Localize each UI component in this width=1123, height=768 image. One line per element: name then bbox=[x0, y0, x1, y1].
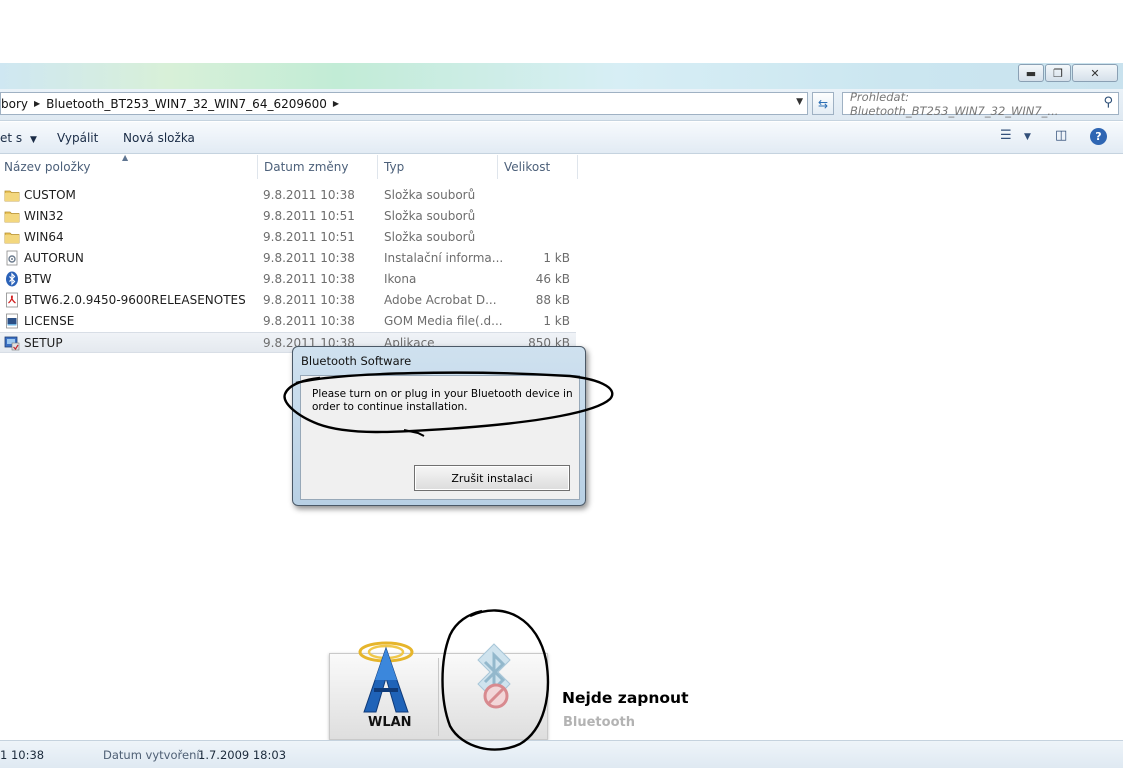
status-created-label: Datum vytvoření: bbox=[103, 748, 204, 762]
breadcrumb[interactable]: bory ▶ Bluetooth_BT253_WIN7_32_WIN7_64_6… bbox=[0, 92, 808, 115]
setup-info-icon bbox=[6, 250, 18, 266]
file-row-btw[interactable]: BTW 9.8.2011 10:38 Ikona 46 kB bbox=[0, 269, 576, 290]
column-header-type[interactable]: Typ bbox=[384, 160, 404, 174]
window-title-bar: ▬ ❐ ✕ bbox=[0, 63, 1123, 89]
status-modified-date: 1 10:38 bbox=[0, 748, 45, 762]
cancel-installation-button[interactable]: Zrušit instalaci bbox=[414, 465, 570, 491]
search-input[interactable]: Prohledat: Bluetooth_BT253_WIN7_32_WIN7_… bbox=[842, 89, 1119, 118]
pdf-icon bbox=[6, 292, 18, 308]
dialog-message: Please turn on or plug in your Bluetooth… bbox=[312, 388, 573, 413]
column-divider[interactable] bbox=[377, 155, 378, 179]
minimize-icon: ▬ bbox=[1025, 66, 1037, 80]
file-row-custom[interactable]: CUSTOM 9.8.2011 10:38 Složka souborů bbox=[0, 185, 576, 206]
file-row-license[interactable]: LICENSE 9.8.2011 10:38 GOM Media file(.d… bbox=[0, 311, 576, 332]
column-header-date[interactable]: Datum změny bbox=[264, 160, 349, 174]
media-file-icon bbox=[6, 313, 18, 329]
bluetooth-toggle[interactable]: Bluetooth bbox=[439, 643, 635, 741]
preview-pane-icon[interactable]: ◫ bbox=[1055, 128, 1067, 143]
chevron-down-icon[interactable]: ▼ bbox=[1024, 132, 1031, 142]
wlan-label: WLAN bbox=[368, 715, 412, 730]
bluetooth-icon bbox=[6, 271, 18, 287]
help-icon[interactable]: ? bbox=[1090, 128, 1107, 145]
restore-icon: ❐ bbox=[1053, 66, 1063, 80]
minimize-button[interactable]: ▬ bbox=[1018, 64, 1044, 82]
close-button[interactable]: ✕ bbox=[1072, 64, 1118, 82]
chevron-right-icon[interactable]: ▶ bbox=[333, 99, 339, 108]
setup-app-icon bbox=[4, 336, 20, 351]
chevron-down-icon[interactable]: ▼ bbox=[796, 97, 803, 107]
bluetooth-disabled-icon bbox=[477, 643, 511, 709]
dialog-title: Bluetooth Software bbox=[301, 354, 412, 368]
folder-icon bbox=[4, 190, 20, 202]
sort-ascending-icon: ▲ bbox=[122, 153, 129, 162]
bluetooth-software-dialog: Bluetooth Software Please turn on or plu… bbox=[292, 346, 586, 506]
new-folder-button[interactable]: Nová složka bbox=[123, 131, 195, 145]
bluetooth-label: Bluetooth bbox=[563, 715, 635, 730]
wlan-toggle[interactable]: WLAN bbox=[330, 641, 438, 741]
address-bar-row: bory ▶ Bluetooth_BT253_WIN7_32_WIN7_64_6… bbox=[0, 89, 1123, 121]
close-icon: ✕ bbox=[1090, 66, 1100, 80]
restore-button[interactable]: ❐ bbox=[1045, 64, 1071, 82]
command-toolbar: et s ▼ Vypálit Nová složka ☰ ▼ ◫ ? bbox=[0, 122, 1123, 154]
column-divider[interactable] bbox=[497, 155, 498, 179]
column-header-name[interactable]: Název položky bbox=[4, 160, 90, 174]
refresh-icon: ⇆ bbox=[817, 96, 829, 111]
dialog-body: Please turn on or plug in your Bluetooth… bbox=[300, 375, 580, 500]
file-row-win64[interactable]: WIN64 9.8.2011 10:51 Složka souborů bbox=[0, 227, 576, 248]
annotation-text: Nejde zapnout bbox=[562, 689, 689, 707]
organize-menu-button[interactable]: et s ▼ bbox=[0, 131, 37, 145]
refresh-button[interactable]: ⇆ bbox=[812, 92, 834, 115]
wireless-osd-panel: WLAN Bluetooth bbox=[329, 641, 635, 741]
chevron-right-icon[interactable]: ▶ bbox=[34, 99, 40, 108]
column-divider[interactable] bbox=[257, 155, 258, 179]
details-status-bar: 1 10:38 Datum vytvoření: 1.7.2009 18:03 bbox=[0, 740, 1123, 768]
wlan-antenna-icon bbox=[358, 641, 414, 713]
breadcrumb-item-parent[interactable]: bory bbox=[1, 97, 28, 111]
column-headers: ▲ Název položky Datum změny Typ Velikost bbox=[0, 153, 1123, 179]
column-header-size[interactable]: Velikost bbox=[504, 160, 550, 174]
breadcrumb-item-current[interactable]: Bluetooth_BT253_WIN7_32_WIN7_64_6209600 bbox=[46, 97, 327, 111]
folder-icon bbox=[4, 211, 20, 223]
chevron-down-icon: ▼ bbox=[29, 135, 37, 145]
file-row-autorun[interactable]: AUTORUN 9.8.2011 10:38 Instalační inform… bbox=[0, 248, 576, 269]
view-options-icon[interactable]: ☰ bbox=[1000, 128, 1012, 143]
file-row-release-notes[interactable]: BTW6.2.0.9450-9600RELEASENOTES 9.8.2011 … bbox=[0, 290, 576, 311]
search-icon[interactable]: ⚲ bbox=[1103, 95, 1113, 110]
screenshot: ▬ ❐ ✕ bory ▶ Bluetooth_BT253_WIN7_32_WIN… bbox=[0, 0, 1123, 768]
burn-button[interactable]: Vypálit bbox=[57, 131, 98, 145]
file-row-win32[interactable]: WIN32 9.8.2011 10:51 Složka souborů bbox=[0, 206, 576, 227]
status-created-value: 1.7.2009 18:03 bbox=[198, 748, 287, 762]
search-placeholder: Prohledat: Bluetooth_BT253_WIN7_32_WIN7_… bbox=[850, 89, 1059, 118]
column-divider[interactable] bbox=[577, 155, 578, 179]
folder-icon bbox=[4, 232, 20, 244]
